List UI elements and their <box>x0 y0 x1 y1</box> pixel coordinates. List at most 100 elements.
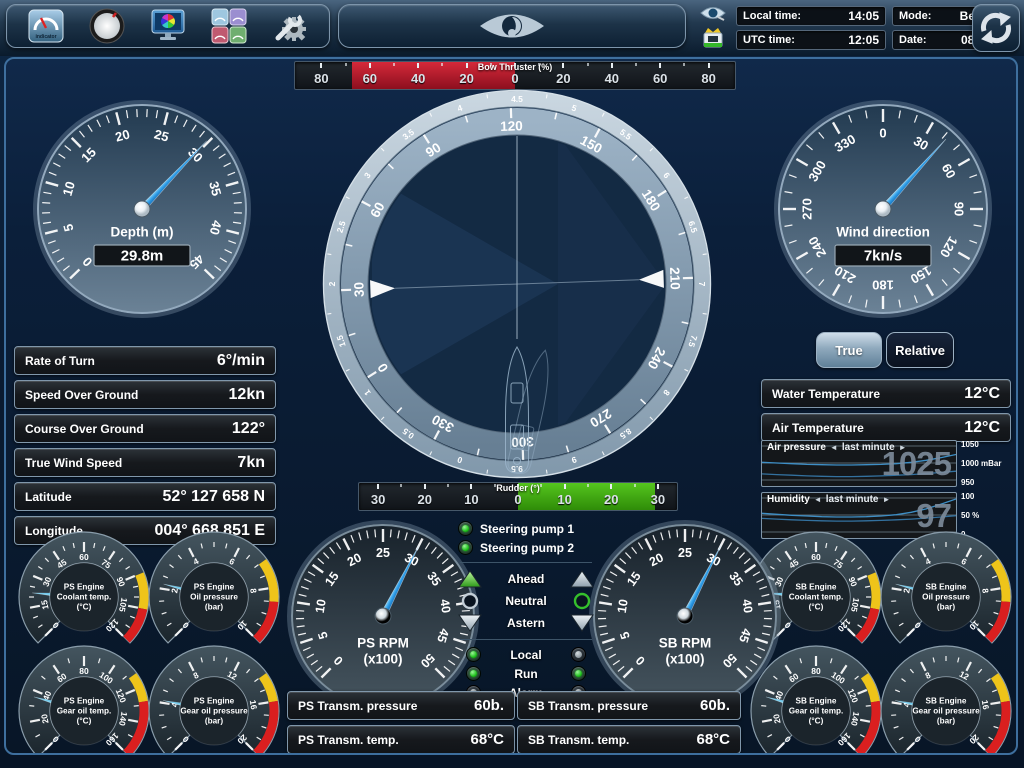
navigation-data-list: Rate of Turn6°/minSpeed Over Ground12knC… <box>14 346 276 550</box>
svg-text:PS RPM: PS RPM <box>357 636 409 651</box>
network-port-icon[interactable] <box>700 26 726 50</box>
humidity-range-label: last minute <box>826 494 879 505</box>
svg-text:(x100): (x100) <box>363 652 402 667</box>
brand-eye-logo <box>476 10 548 42</box>
sb-transmission-list: SB Transm. pressure60b.SB Transm. temp.6… <box>517 691 741 755</box>
ps-local-led <box>466 647 481 662</box>
dial-knob-button[interactable] <box>84 6 130 46</box>
sync-button[interactable] <box>972 4 1020 52</box>
bar-tick-label: 30 <box>651 492 665 507</box>
svg-text:7: 7 <box>697 282 707 287</box>
field-value: 12kn <box>229 386 265 404</box>
svg-text:25: 25 <box>678 546 692 560</box>
air-pressure-panel: Air pressure ◄ last minute ► 1025 1050 1… <box>761 440 1011 487</box>
telegraph-row: Ahead <box>458 570 594 588</box>
field-value: 60b. <box>700 697 730 714</box>
telegraph-circle-symbol <box>458 592 482 610</box>
bar-tick-label: 20 <box>556 71 570 86</box>
sb-local-led <box>571 647 586 662</box>
gauge-themes-icon <box>209 6 249 46</box>
svg-text:4.5: 4.5 <box>511 94 523 104</box>
bar-tick-label: 0 <box>511 71 518 86</box>
svg-text:Gear oil temp.: Gear oil temp. <box>789 707 844 716</box>
top-toolbar: indicator <box>0 0 1024 56</box>
svg-text:SB Engine: SB Engine <box>796 583 837 592</box>
steering-pump-row: Steering pump 1 <box>458 521 594 536</box>
svg-text:SB RPM: SB RPM <box>659 636 712 651</box>
rudder-angle-bar: Rudder (°) 3020100102030 <box>358 482 678 511</box>
field-label: Latitude <box>25 490 72 504</box>
telegraph-circle-symbol <box>570 592 594 610</box>
indicator-gauge-icon: indicator <box>26 6 66 46</box>
svg-text:(°C): (°C) <box>77 717 92 726</box>
bar-tick-label: 60 <box>363 71 377 86</box>
svg-text:30: 30 <box>351 282 367 298</box>
topbar-field: Local time:14:05 <box>736 6 886 26</box>
toolbar-icon-panel: indicator <box>6 4 330 48</box>
bar-tick-label: 80 <box>701 71 715 86</box>
air-pressure-next-arrow[interactable]: ► <box>899 443 907 452</box>
dial-knob-icon <box>87 6 127 46</box>
air-pressure-title-row: Air pressure ◄ last minute ► <box>767 442 907 453</box>
telegraph-up-symbol <box>570 570 594 588</box>
main-instrument-frame: Bow Thruster (%) 80604020020406080 05101… <box>4 57 1018 755</box>
svg-text:Gear oil pressure: Gear oil pressure <box>180 707 248 716</box>
svg-text:210: 210 <box>667 267 683 290</box>
tools-settings-button[interactable] <box>267 6 313 46</box>
humidity-prev-arrow[interactable]: ◄ <box>814 495 822 504</box>
svg-text:40: 40 <box>437 598 453 614</box>
indicator-gauge-button[interactable]: indicator <box>23 6 69 46</box>
svg-text:(bar): (bar) <box>937 603 955 612</box>
svg-text:0: 0 <box>879 126 886 141</box>
nav-field-row: Rate of Turn6°/min <box>14 346 276 375</box>
sb-transm-row: SB Transm. temp.68°C <box>517 725 741 754</box>
field-value: 7kn <box>237 454 265 472</box>
svg-text:10: 10 <box>313 598 329 614</box>
field-value: 6°/min <box>217 352 265 370</box>
svg-text:80: 80 <box>811 666 821 676</box>
tools-settings-icon <box>270 6 310 46</box>
field-label: SB Transm. temp. <box>528 733 629 747</box>
humidity-title-row: Humidity ◄ last minute ► <box>767 494 890 505</box>
ps-rpm-gauge: 05101520253035404550PS RPM(x100) <box>286 519 480 713</box>
sb-rpm-gauge: 05101520253035404550SB RPM(x100) <box>588 519 782 713</box>
steering-pump-row: Steering pump 2 <box>458 540 594 555</box>
field-value: 68°C <box>470 731 504 748</box>
eye-key-icon[interactable] <box>699 4 727 22</box>
svg-text:7kn/s: 7kn/s <box>864 248 902 265</box>
bar-tick-label: 10 <box>464 492 478 507</box>
ps-transmission-list: PS Transm. pressure60b.PS Transm. temp.6… <box>287 691 515 755</box>
wind-relative-button[interactable]: Relative <box>886 332 954 368</box>
display-colors-button[interactable] <box>145 6 191 46</box>
svg-text:10: 10 <box>615 598 631 614</box>
svg-text:80: 80 <box>79 666 89 676</box>
telegraph-row: Neutral <box>458 592 594 610</box>
topbar-field: UTC time:12:05 <box>736 30 886 50</box>
status-led-row: Run <box>458 666 594 681</box>
svg-text:Gear oil temp.: Gear oil temp. <box>57 707 112 716</box>
svg-text:PS Engine: PS Engine <box>64 583 105 592</box>
ps-gear-oil-temp-gauge: 020406080100120140160PS EngineGear oil t… <box>16 643 152 755</box>
air-pressure-prev-arrow[interactable]: ◄ <box>830 443 838 452</box>
bar-tick-label: 40 <box>411 71 425 86</box>
rudder-title: Rudder (°) <box>359 483 677 493</box>
svg-text:(bar): (bar) <box>937 717 955 726</box>
steering-pump-label: Steering pump 1 <box>480 522 574 536</box>
svg-text:Coolant temp.: Coolant temp. <box>57 593 112 602</box>
air-pressure-title: Air pressure <box>767 442 826 453</box>
wind-reference-toggle: True Relative <box>816 332 954 368</box>
svg-text:16: 16 <box>248 699 259 710</box>
gauge-themes-button[interactable] <box>206 6 252 46</box>
svg-text:Wind direction: Wind direction <box>836 225 930 240</box>
svg-text:16: 16 <box>980 699 991 710</box>
field-value: 122° <box>232 420 265 438</box>
ps-run-led <box>466 666 481 681</box>
humidity-next-arrow[interactable]: ► <box>883 495 891 504</box>
field-value: 12°C <box>964 385 1000 403</box>
svg-text:Gear oil pressure: Gear oil pressure <box>912 707 980 716</box>
wind-true-button[interactable]: True <box>816 332 882 368</box>
field-value: 12°C <box>964 419 1000 437</box>
svg-text:(°C): (°C) <box>809 717 824 726</box>
nav-field-row: Course Over Ground122° <box>14 414 276 443</box>
field-label: PS Transm. temp. <box>298 733 399 747</box>
